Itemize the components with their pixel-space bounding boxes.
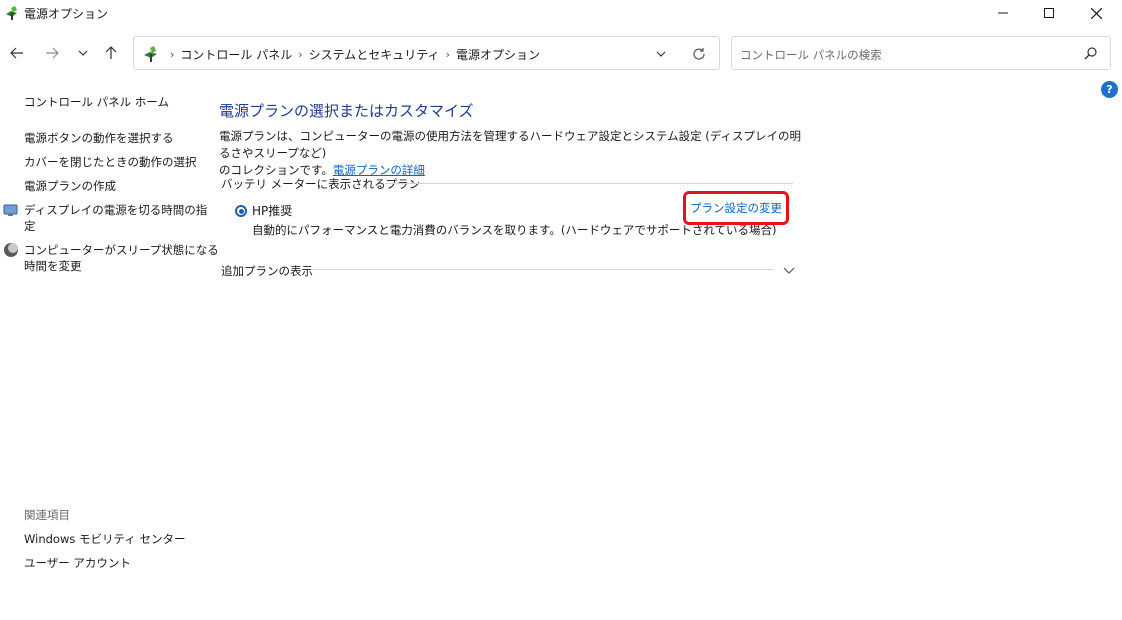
sidebar-item-label: コンピューターがスリープ状態になる — [24, 243, 219, 257]
highlight-box: プラン設定の変更 — [683, 191, 789, 225]
related-link-user-accounts[interactable]: ユーザー アカウント — [24, 555, 131, 571]
divider — [385, 183, 793, 184]
navigation-bar: › コントロール パネル › システムとセキュリティ › 電源オプション コント… — [0, 34, 1122, 72]
sidebar-item-label: 定 — [24, 219, 36, 233]
change-plan-settings-link[interactable]: プラン設定の変更 — [690, 200, 782, 216]
breadcrumb-control-panel[interactable]: コントロール パネル — [180, 46, 292, 63]
sidebar-item-sleep-time[interactable]: コンピューターがスリープ状態になる 時間を変更 — [24, 242, 219, 274]
chevron-right-icon: › — [170, 48, 175, 61]
up-button[interactable] — [100, 42, 122, 64]
page-title: 電源プランの選択またはカスタマイズ — [219, 102, 474, 120]
sidebar-item-power-button[interactable]: 電源ボタンの動作を選択する — [24, 130, 174, 146]
sidebar-item-home[interactable]: コントロール パネル ホーム — [24, 94, 169, 110]
sidebar-item-lid-close[interactable]: カバーを閉じたときの動作の選択 — [24, 154, 197, 170]
divider — [311, 269, 774, 270]
related-heading: 関連項目 — [24, 508, 70, 522]
minimize-icon — [998, 12, 1008, 14]
moon-icon — [4, 243, 18, 257]
chevron-right-icon: › — [445, 48, 450, 61]
close-button[interactable] — [1073, 0, 1119, 26]
breadcrumb-system-security[interactable]: システムとセキュリティ — [309, 46, 440, 63]
refresh-button[interactable] — [690, 45, 708, 63]
sidebar-item-label: ディスプレイの電源を切る時間の指 — [24, 203, 208, 217]
chevron-right-icon: › — [298, 48, 303, 61]
back-button[interactable] — [6, 42, 28, 64]
related-link-mobility-center[interactable]: Windows モビリティ センター — [24, 531, 185, 547]
plan-radio-button[interactable] — [235, 205, 247, 217]
arrow-up-icon — [105, 46, 117, 59]
forward-button[interactable] — [41, 42, 63, 64]
minimize-button[interactable] — [980, 0, 1026, 26]
search-input[interactable]: コントロール パネルの検索 — [731, 36, 1111, 70]
show-additional-plans-label[interactable]: 追加プランの表示 — [221, 263, 313, 279]
help-icon[interactable]: ? — [1101, 81, 1118, 98]
refresh-icon — [693, 48, 705, 60]
breadcrumb: › コントロール パネル › システムとセキュリティ › 電源オプション — [164, 46, 540, 63]
arrow-left-icon — [10, 47, 23, 59]
search-icon — [1084, 47, 1097, 60]
chevron-down-icon — [656, 51, 666, 57]
recent-locations-button[interactable] — [72, 42, 94, 64]
close-icon — [1090, 7, 1102, 19]
arrow-right-icon — [46, 47, 59, 59]
sidebar-item-display-off[interactable]: ディスプレイの電源を切る時間の指 定 — [24, 202, 207, 234]
sidebar-item-create-plan[interactable]: 電源プランの作成 — [24, 178, 116, 194]
chevron-down-icon — [78, 50, 88, 56]
title-bar: 電源オプション — [0, 0, 1122, 26]
description-line: 電源プランは、コンピューターの電源の使用方法を管理するハードウェア設定とシステム… — [219, 129, 801, 160]
search-placeholder: コントロール パネルの検索 — [740, 48, 882, 62]
plan-name[interactable]: HP推奨 — [252, 202, 292, 219]
power-options-icon — [144, 46, 157, 62]
power-options-icon — [6, 6, 17, 20]
display-icon — [3, 204, 18, 216]
power-plan-details-link[interactable]: 電源プランの詳細 — [333, 163, 425, 177]
maximize-button[interactable] — [1026, 0, 1072, 26]
maximize-icon — [1044, 8, 1054, 18]
section-heading: バッテリ メーターに表示されるプラン — [221, 177, 421, 191]
description-text: のコレクションです。 — [219, 163, 333, 177]
radio-dot — [238, 208, 244, 214]
address-dropdown-button[interactable] — [652, 46, 670, 62]
breadcrumb-power-options[interactable]: 電源オプション — [456, 46, 540, 63]
window-title: 電源オプション — [24, 7, 109, 21]
address-bar[interactable]: › コントロール パネル › システムとセキュリティ › 電源オプション — [133, 36, 720, 70]
chevron-down-icon[interactable] — [782, 263, 796, 277]
sidebar-item-label: 時間を変更 — [24, 259, 82, 273]
description: 電源プランは、コンピューターの電源の使用方法を管理するハードウェア設定とシステム… — [219, 128, 804, 179]
